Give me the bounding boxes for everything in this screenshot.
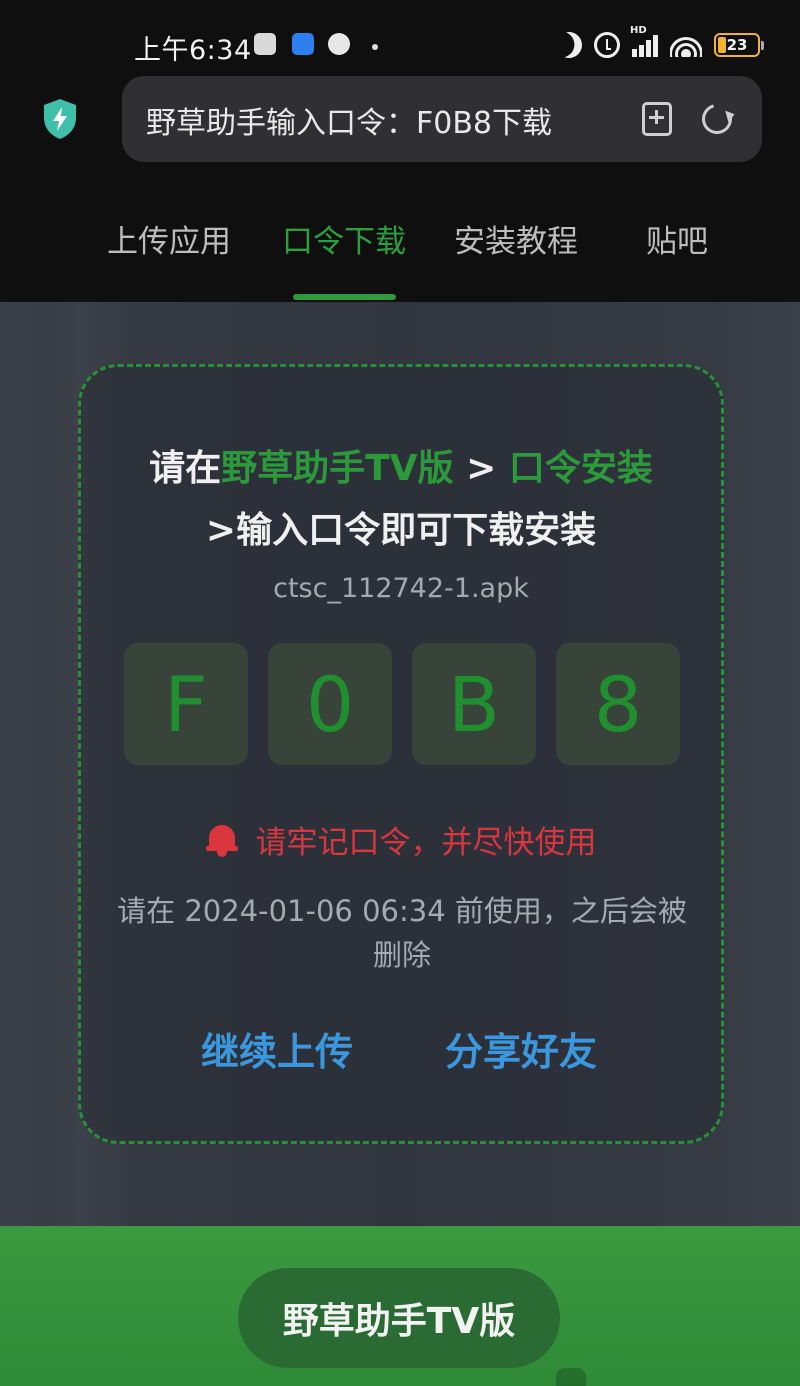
alarm-icon (594, 32, 620, 58)
instruction-line-2: >输入口令即可下载安装 (205, 510, 597, 551)
instruction-prefix: 请在 (149, 448, 222, 489)
share-friends-link[interactable]: 分享好友 (445, 1021, 597, 1076)
main-content: 请在野草助手TV版 > 口令安装 >输入口令即可下载安装 ctsc_112742… (0, 302, 800, 1226)
expiry-text: 请在 2024-01-06 06:34 前使用，之后会被删除 (117, 894, 687, 972)
code-char-1: F (124, 643, 248, 765)
notification-icon-1 (254, 33, 276, 55)
tab-code-download[interactable]: 口令下载 (282, 216, 406, 261)
status-bar: 上午6:34 HD 23 (0, 0, 800, 80)
tv-app-button[interactable]: 野草助手TV版 (238, 1268, 560, 1368)
bell-icon (205, 823, 238, 857)
active-tab-indicator (293, 294, 396, 300)
status-time: 上午6:34 (134, 35, 252, 66)
instruction-separator: > (453, 448, 509, 489)
network-type-label: HD (630, 25, 647, 36)
tab-upload-app[interactable]: 上传应用 (107, 216, 231, 261)
instruction-menu-name: 口令安装 (508, 448, 653, 489)
instruction-line-1: 请在野草助手TV版 > 口令安装 (81, 439, 721, 491)
code-char-3: B (412, 643, 536, 765)
signal-icon: HD (630, 25, 658, 57)
code-display: F 0 B 8 (124, 643, 680, 765)
code-char-4: 8 (556, 643, 680, 765)
battery-icon: 23 (714, 33, 764, 57)
shield-icon[interactable] (42, 98, 78, 140)
bottom-bar: 野草助手TV版 (0, 1226, 800, 1386)
warning-row: 请牢记口令，并尽快使用 (81, 817, 721, 862)
apk-filename: ctsc_112742-1.apk (273, 573, 529, 604)
notification-icon-2 (292, 33, 314, 55)
code-char-2: 0 (268, 643, 392, 765)
more-notifications-dot-icon (372, 44, 378, 50)
address-bar[interactable]: 野草助手输入口令：F0B8下载 (122, 76, 762, 162)
battery-level: 23 (726, 36, 748, 54)
refresh-icon[interactable] (696, 98, 738, 140)
scroll-handle (556, 1368, 586, 1386)
continue-upload-link[interactable]: 继续上传 (201, 1021, 353, 1076)
code-card: 请在野草助手TV版 > 口令安装 >输入口令即可下载安装 ctsc_112742… (78, 364, 724, 1144)
wifi-icon (670, 33, 702, 57)
browser-bar: 野草助手输入口令：F0B8下载 (0, 76, 800, 180)
nav-tabs: 上传应用 口令下载 安装教程 贴吧 (0, 180, 800, 302)
tab-forum[interactable]: 贴吧 (646, 216, 708, 261)
do-not-disturb-moon-icon (552, 28, 585, 61)
add-bookmark-icon[interactable] (642, 102, 672, 136)
status-icons: HD 23 (556, 25, 764, 60)
instruction-app-name: 野草助手TV版 (221, 448, 454, 489)
warning-text: 请牢记口令，并尽快使用 (255, 825, 597, 861)
tab-install-tutorial[interactable]: 安装教程 (454, 216, 578, 261)
notification-icon-3 (328, 33, 350, 55)
